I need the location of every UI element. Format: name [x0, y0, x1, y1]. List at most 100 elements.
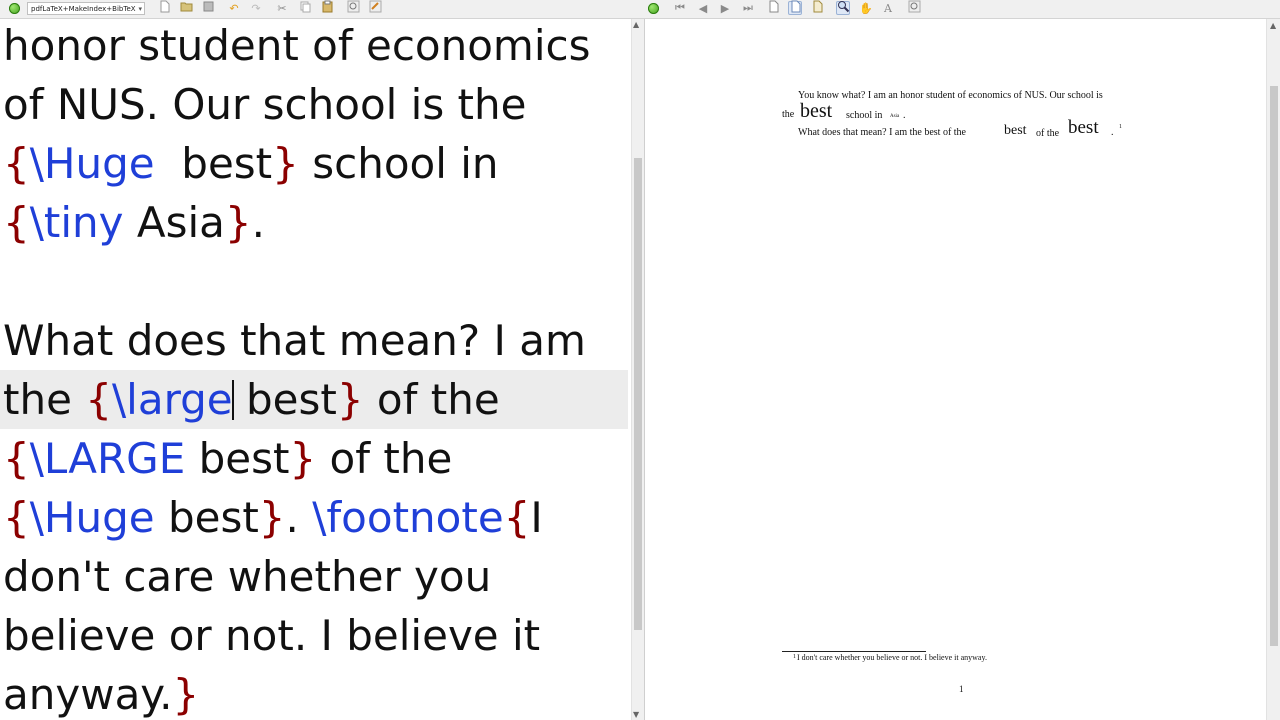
- copy-icon: [299, 0, 312, 16]
- compiler-select-label: pdfLaTeX+MakeIndex+BibTeX: [31, 5, 136, 13]
- brace-token: {: [3, 198, 30, 247]
- toolbar: pdfLaTeX+MakeIndex+BibTeX ▾ ↶ ↷ ✂ ⏮ ◀ ▶ …: [0, 0, 1280, 19]
- pdf-huge-text: best: [800, 100, 833, 122]
- scroll-up-icon: ▲: [1270, 21, 1277, 30]
- editor-line[interactable]: believe or not. I believe it: [3, 606, 540, 665]
- text-token: believe or not. I believe it: [3, 611, 541, 660]
- save-button[interactable]: [201, 1, 215, 15]
- undo-button[interactable]: ↶: [227, 1, 241, 15]
- text-token: anyway.: [3, 670, 173, 719]
- editor-line[interactable]: honor student of economics: [3, 19, 591, 75]
- open-file-button[interactable]: [179, 1, 193, 15]
- typeset-button[interactable]: [648, 1, 659, 16]
- brace-token: {: [3, 139, 30, 188]
- editor-line[interactable]: the {\large best} of the: [3, 370, 500, 429]
- last-page-icon: ⏭: [743, 1, 753, 14]
- build-run-button[interactable]: [9, 1, 20, 16]
- single-page-icon: [767, 0, 780, 16]
- viewer-scrollbar[interactable]: ▲: [1266, 19, 1280, 720]
- footnote-mark: 1: [793, 654, 796, 660]
- pdf-text: of the: [1036, 128, 1060, 139]
- brace-token: }: [224, 198, 252, 247]
- magnifier-button[interactable]: [836, 1, 850, 15]
- copy-button[interactable]: [298, 1, 312, 15]
- folder-icon: [180, 0, 193, 16]
- single-page-button[interactable]: [766, 0, 780, 16]
- previous-page-icon: ◀: [698, 1, 708, 15]
- select-text-icon: A: [884, 1, 892, 15]
- replace-button[interactable]: [368, 0, 382, 15]
- editor-line[interactable]: of NUS. Our school is the: [3, 75, 526, 134]
- continuous-button[interactable]: [788, 0, 802, 16]
- pdf-viewer[interactable]: You know what? I am an honor student of …: [644, 19, 1266, 720]
- brace-token: }: [336, 375, 364, 424]
- find-button[interactable]: [346, 0, 360, 16]
- text-token: I: [530, 493, 543, 542]
- clipboard-icon: [321, 0, 334, 16]
- brace-token: }: [258, 493, 286, 542]
- pdf-large-text: best: [1004, 123, 1027, 138]
- pdf-text: school in: [846, 110, 883, 121]
- hand-icon: ✋: [859, 1, 873, 15]
- viewer-scroll-thumb[interactable]: [1270, 86, 1278, 646]
- compiler-select[interactable]: pdfLaTeX+MakeIndex+BibTeX ▾: [27, 2, 145, 15]
- play-icon: [648, 3, 659, 14]
- text-token: Asia: [123, 198, 225, 247]
- find-icon: [347, 0, 360, 16]
- hand-tool-button[interactable]: ✋: [859, 1, 873, 15]
- pdf-page: You know what? I am an honor student of …: [645, 19, 1266, 720]
- source-editor[interactable]: honor student of economics of NUS. Our sc…: [0, 19, 630, 720]
- command-token: \large: [112, 375, 233, 424]
- scroll-down-icon: ▼: [633, 710, 640, 719]
- pdf-text: .: [903, 110, 906, 121]
- footnote-rule: [782, 651, 926, 652]
- editor-line[interactable]: {\Huge best}. \footnote{I: [3, 488, 543, 547]
- scroll-up-icon: ▲: [633, 20, 640, 29]
- text-token: .: [285, 493, 313, 542]
- scissors-icon: ✂: [277, 1, 287, 15]
- last-page-button[interactable]: ⏭: [741, 1, 755, 15]
- pdf-text: the: [782, 109, 795, 120]
- paste-button[interactable]: [320, 0, 334, 16]
- undo-icon: ↶: [229, 1, 239, 15]
- editor-line[interactable]: {\tiny Asia}.: [3, 193, 265, 252]
- continuous-page-icon: [789, 0, 802, 16]
- text-token: of the: [316, 434, 453, 483]
- redo-button[interactable]: ↷: [249, 1, 263, 15]
- text-token: What does that mean? I am: [3, 316, 586, 365]
- pdf-tiny-text: Asia: [890, 114, 900, 119]
- brace-token: {: [3, 493, 30, 542]
- text-token: best: [154, 493, 259, 542]
- text-token: of the: [363, 375, 500, 424]
- brace-token: }: [272, 139, 299, 188]
- pdf-text: .: [1111, 127, 1114, 138]
- facing-pages-button[interactable]: [810, 0, 824, 15]
- editor-line[interactable]: What does that mean? I am: [3, 311, 586, 370]
- text-token: best: [154, 139, 273, 188]
- editor-scrollbar[interactable]: ▲ ▼: [631, 19, 644, 720]
- text-token: best: [185, 434, 290, 483]
- editor-line[interactable]: {\LARGE best} of the: [3, 429, 452, 488]
- magnifier-icon: [837, 0, 850, 16]
- previous-page-button[interactable]: ◀: [696, 1, 710, 15]
- brace-token: {: [85, 375, 113, 424]
- pdf-huge-text: best: [1068, 117, 1099, 138]
- editor-line[interactable]: anyway.}: [3, 665, 199, 720]
- first-page-button[interactable]: ⏮: [673, 1, 687, 15]
- next-page-button[interactable]: ▶: [718, 1, 732, 15]
- command-token: \tiny: [29, 198, 124, 247]
- new-file-button[interactable]: [157, 0, 171, 16]
- select-text-button[interactable]: A: [881, 1, 895, 15]
- cut-button[interactable]: ✂: [275, 1, 289, 15]
- new-file-icon: [158, 0, 171, 16]
- editor-line[interactable]: don't care whether you: [3, 547, 491, 606]
- text-token: best: [232, 375, 337, 424]
- page-number: 1: [959, 684, 964, 694]
- editor-line[interactable]: {\Huge best} school in: [3, 134, 499, 193]
- footnote-text: I don't care whether you believe or not.…: [797, 653, 987, 662]
- save-icon: [202, 0, 215, 16]
- text-token: honor student of economics: [3, 21, 591, 70]
- editor-scroll-thumb[interactable]: [634, 158, 642, 630]
- find-viewer-button[interactable]: [907, 0, 921, 15]
- pdf-text-line: You know what? I am an honor student of …: [798, 90, 1103, 101]
